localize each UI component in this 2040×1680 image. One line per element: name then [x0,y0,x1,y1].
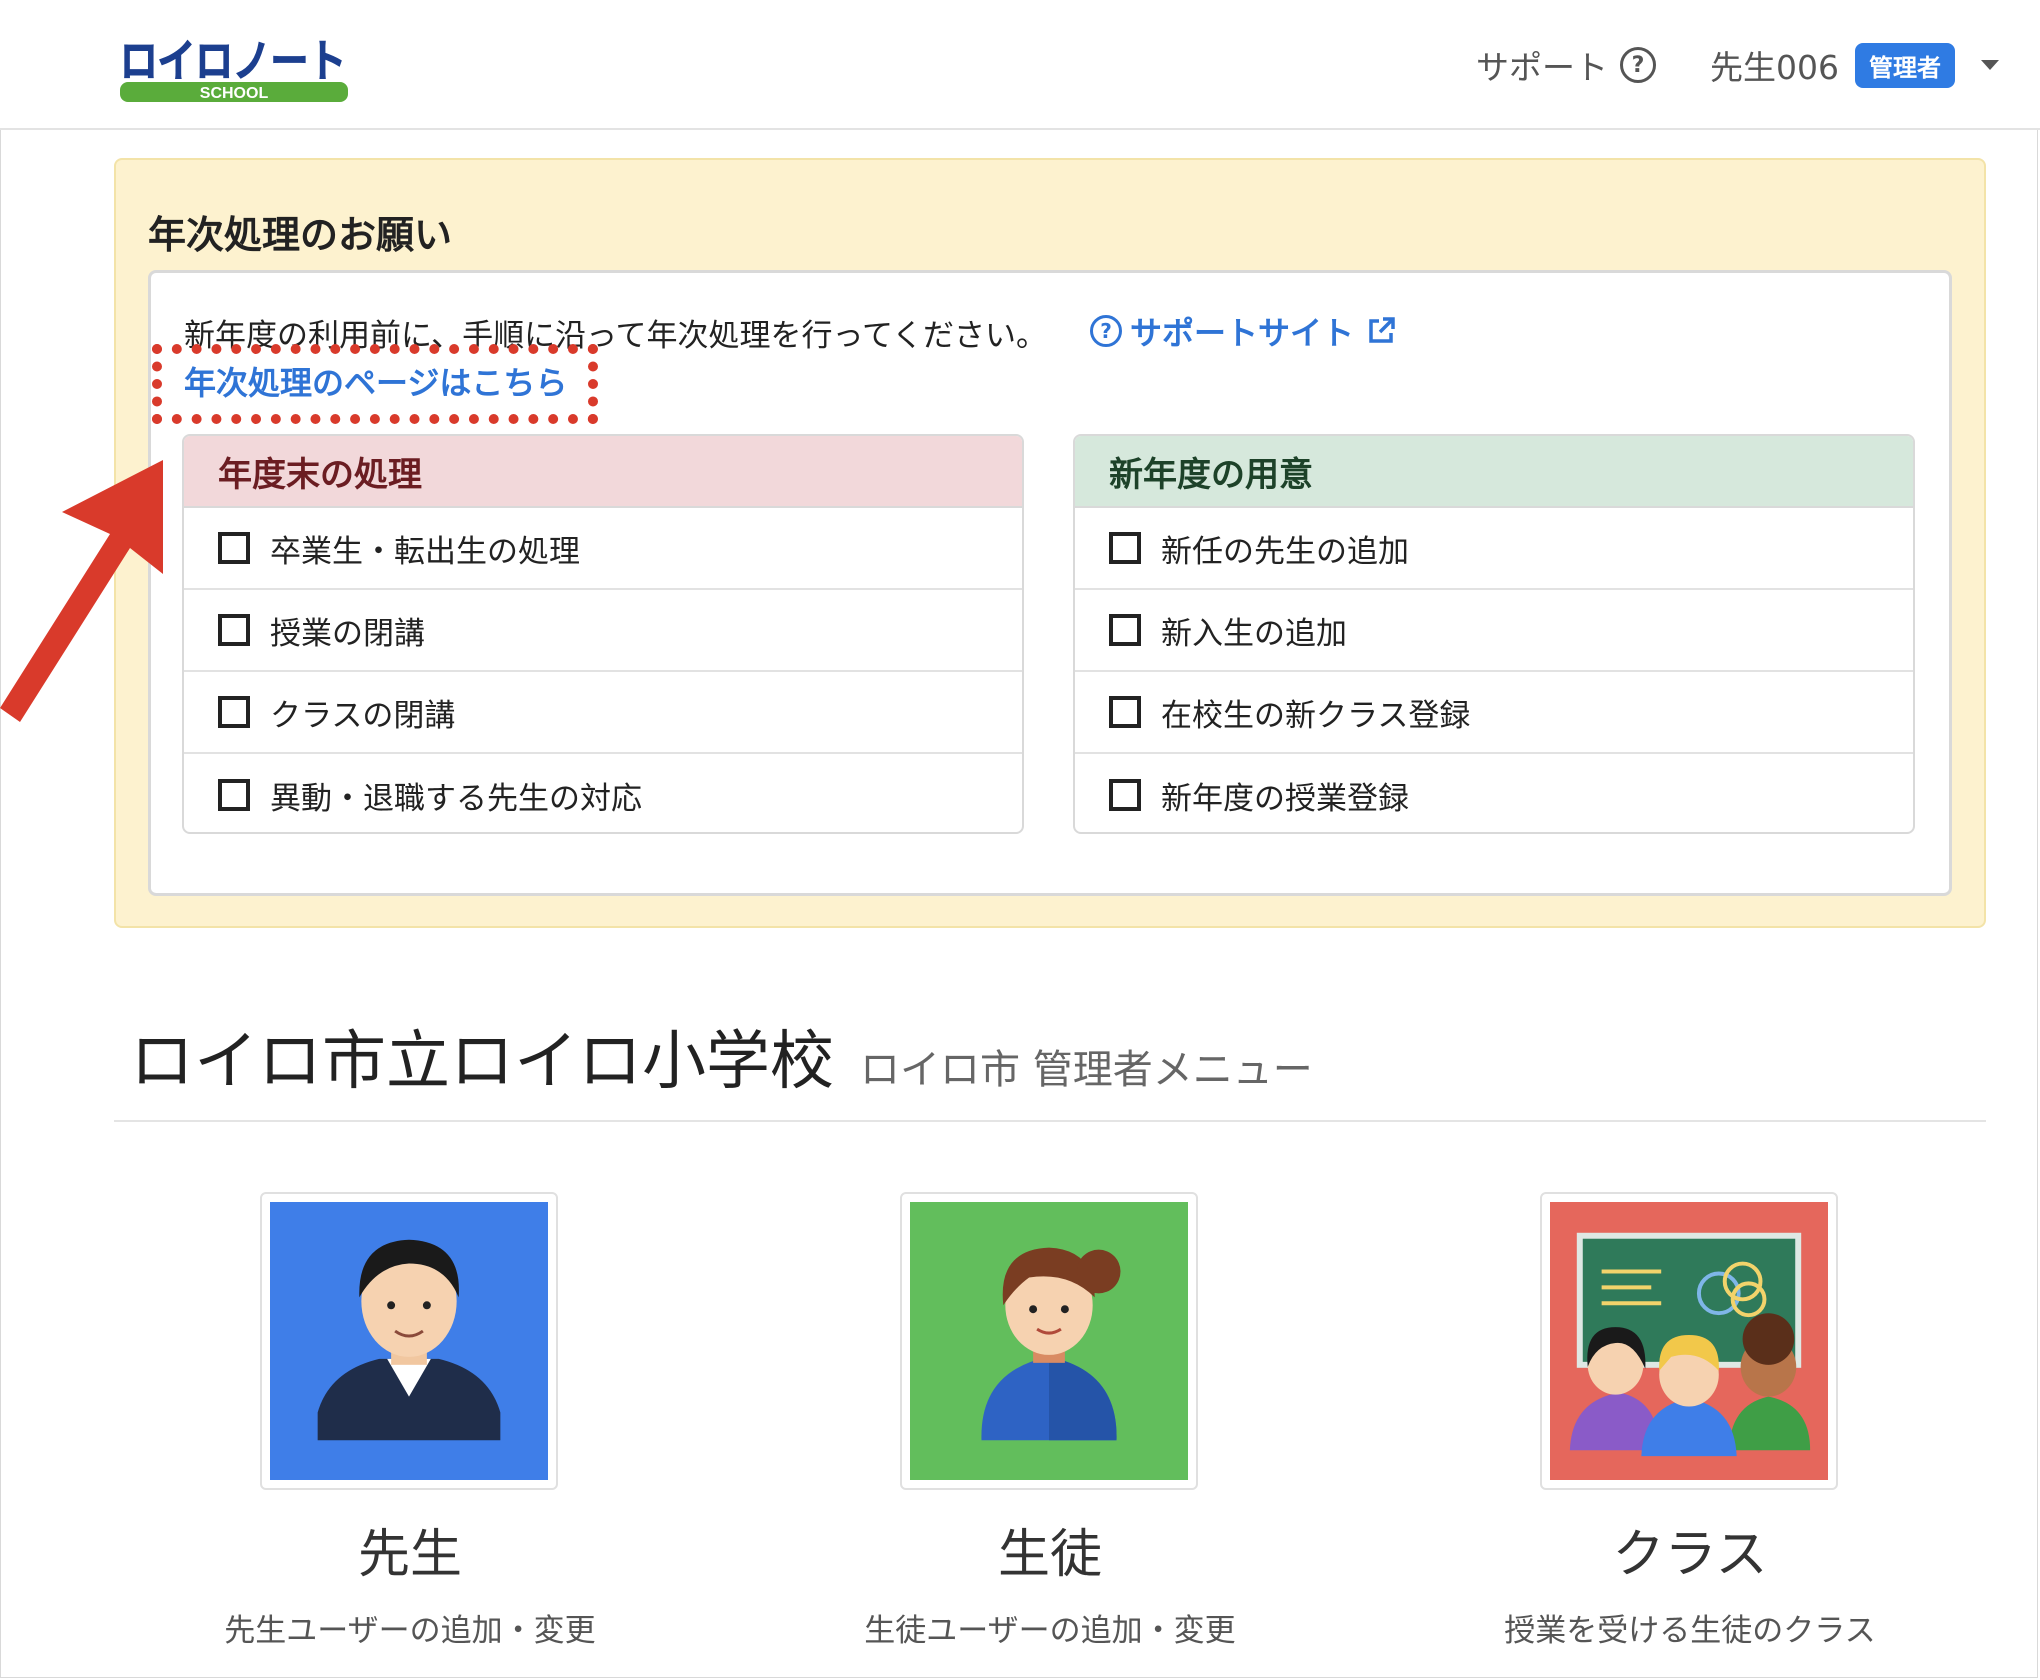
checklist-item[interactable]: 在校生の新クラス登録 [1075,672,1913,754]
chevron-down-icon[interactable] [1981,60,1999,70]
red-arrow-annotation [0,460,163,722]
admin-role-badge: 管理者 [1855,42,1955,88]
checkbox[interactable] [218,696,250,728]
roilo-note-school-logo[interactable]: ロイロノート SCHOOL [116,30,352,106]
checklist-item-label: 新年度の授業登録 [1161,780,1409,817]
school-name: ロイロ市立ロイロ小学校 [130,1025,834,1099]
highlight-dotted-box [152,344,598,424]
checklist-item[interactable]: 授業の閉講 [184,590,1022,672]
user-name: 先生006 [1710,48,1839,87]
help-circle-icon: ? [1620,47,1656,83]
tile-title[interactable]: 生徒 [900,1512,1200,1587]
checklist-item[interactable]: 卒業生・転出生の処理 [184,508,1022,590]
checklist-item[interactable]: 新入生の追加 [1075,590,1913,672]
support-site-link[interactable]: ? サポートサイト [1090,308,1396,354]
school-subtitle: ロイロ市 管理者メニュー [860,1047,1313,1093]
student-menu-tile[interactable]: 生徒 生徒ユーザーの追加・変更 [864,1192,1236,1650]
tile-description: 授業を受ける生徒のクラス [1504,1613,1876,1649]
tile-description: 先生ユーザーの追加・変更 [224,1613,596,1649]
checklist-item-label: 新入生の追加 [1161,615,1347,652]
user-menu[interactable]: 先生006 管理者 [1710,40,1999,90]
class-icon [1550,1202,1828,1480]
checklist-item-label: 卒業生・転出生の処理 [270,533,580,570]
new-year-heading: 新年度の用意 [1075,436,1913,508]
checkbox[interactable] [1109,532,1141,564]
year-end-processing-box: 年度末の処理 卒業生・転出生の処理 授業の閉講 クラスの閉講 異動・退職する先生… [182,434,1024,834]
section-divider [114,1120,1986,1122]
svg-text:SCHOOL: SCHOOL [200,85,269,102]
checklist-item[interactable]: 新年度の授業登録 [1075,754,1913,832]
year-end-heading: 年度末の処理 [184,436,1022,508]
checkbox[interactable] [218,614,250,646]
teacher-menu-tile[interactable]: 先生 先生ユーザーの追加・変更 [224,1192,596,1650]
checklist-item-label: 授業の閉講 [270,615,425,652]
new-year-preparation-box: 新年度の用意 新任の先生の追加 新入生の追加 在校生の新クラス登録 新年度の授業… [1073,434,1915,834]
checklist-item[interactable]: 新任の先生の追加 [1075,508,1913,590]
checkbox[interactable] [1109,779,1141,811]
checkbox[interactable] [218,779,250,811]
tile-title[interactable]: 先生 [260,1512,560,1587]
class-tile-frame[interactable] [1540,1192,1838,1490]
checkbox[interactable] [218,532,250,564]
notice-title: 年次処理のお願い [148,213,453,257]
checkbox[interactable] [1109,696,1141,728]
checklist-item-label: 新任の先生の追加 [1161,533,1409,570]
support-menu-link[interactable]: サポート ? [1476,40,1656,90]
svg-text:ロイロノート: ロイロノート [120,37,346,86]
school-heading: ロイロ市立ロイロ小学校 ロイロ市 管理者メニュー [130,1010,1313,1102]
support-site-label: サポートサイト [1130,314,1355,352]
external-link-icon [1369,317,1395,343]
student-icon [910,1202,1188,1480]
class-menu-tile[interactable]: クラス 授業を受ける生徒のクラス [1504,1192,1876,1650]
teacher-tile-frame[interactable] [260,1192,558,1490]
checklist-item-label: 異動・退職する先生の対応 [270,780,642,817]
student-tile-frame[interactable] [900,1192,1198,1490]
checklist-item-label: 在校生の新クラス登録 [1161,697,1471,734]
tile-description: 生徒ユーザーの追加・変更 [864,1613,1236,1649]
checklist-item-label: クラスの閉講 [270,697,456,734]
top-header: ロイロノート SCHOOL サポート ? 先生006 管理者 [0,0,2040,130]
support-label: サポート [1476,48,1608,87]
help-circle-icon: ? [1090,315,1122,347]
checkbox[interactable] [1109,614,1141,646]
checklist-item[interactable]: クラスの閉講 [184,672,1022,754]
checklist-item[interactable]: 異動・退職する先生の対応 [184,754,1022,832]
tile-title[interactable]: クラス [1540,1512,1840,1587]
teacher-icon [270,1202,548,1480]
